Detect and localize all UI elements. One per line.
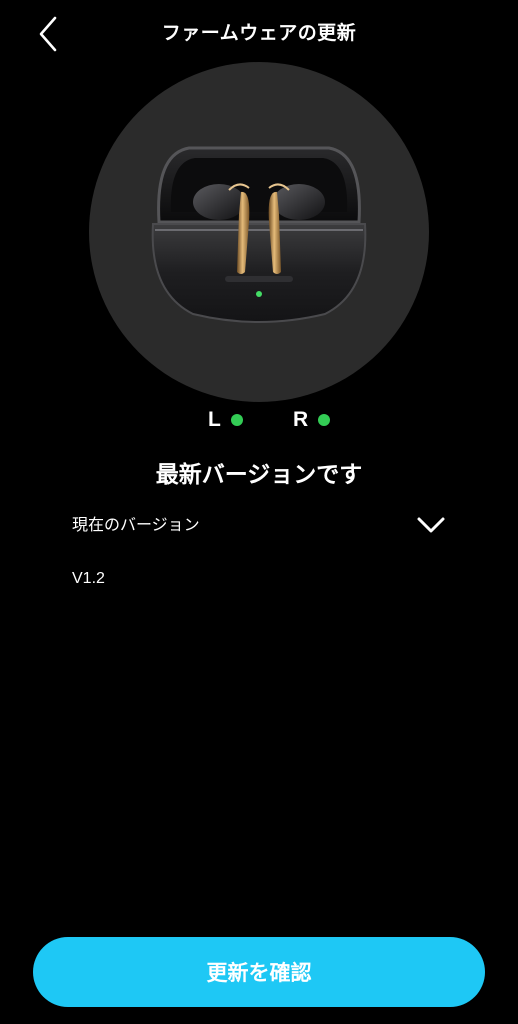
current-version-label: 現在のバージョン [72, 515, 200, 534]
right-earbud-label: R [293, 408, 309, 431]
right-status-dot-icon [318, 414, 331, 426]
right-earbud-status: R [293, 408, 331, 432]
chevron-down-icon [417, 517, 445, 533]
earbuds-case-image [151, 146, 367, 323]
left-earbud-status: L [208, 408, 243, 432]
check-update-button[interactable]: 更新を確認 [33, 937, 485, 1007]
firmware-update-screen: ファームウェアの更新 L R 最新バージョンです 現在のバージョン V1.2 更… [0, 0, 518, 1024]
left-earbud-label: L [208, 408, 221, 431]
left-status-dot-icon [230, 414, 243, 426]
earbud-status-row: L R [0, 408, 518, 438]
page-title: ファームウェアの更新 [161, 22, 357, 44]
product-image-container [89, 62, 429, 402]
current-version-toggle[interactable]: 現在のバージョン [72, 505, 446, 545]
current-version-value: V1.2 [72, 570, 105, 587]
update-status-message: 最新バージョンです [155, 462, 363, 488]
